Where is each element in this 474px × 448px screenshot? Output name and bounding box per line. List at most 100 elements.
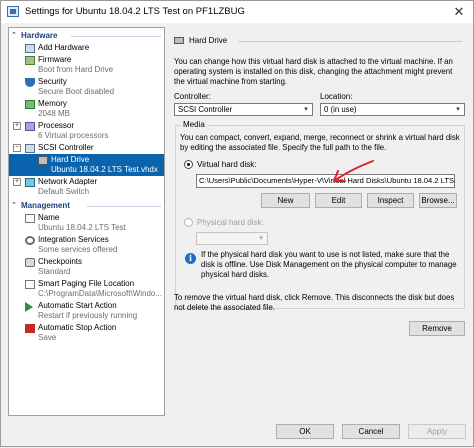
memory-icon [25,100,35,109]
tree-item-network-adapter[interactable]: + Network Adapter Default Switch [9,176,164,198]
ok-button[interactable]: OK [276,424,334,439]
media-group: Media You can compact, convert, expand, … [175,120,465,309]
integration-services-icon [25,236,35,245]
tree-item-label: Checkpoints [38,257,83,266]
hard-drive-panel: Hard Drive You can change how this virtu… [170,27,469,416]
panel-heading: Hard Drive [170,35,465,47]
expand-plus-icon[interactable]: + [13,178,21,186]
chevron-down-icon: ▾ [300,104,312,115]
tree-item-label: SCSI Controller [38,143,94,152]
tree-item-detail: Standard [38,267,71,276]
divider [238,41,462,42]
hard-drive-icon [174,37,184,44]
network-adapter-icon [25,178,35,187]
tree-item-label: Smart Paging File Location [38,279,135,288]
tree-item-label: Automatic Stop Action [38,323,117,332]
tree-item-automatic-stop[interactable]: Automatic Stop Action Save [9,322,164,344]
browse-button[interactable]: Browse... [419,193,457,208]
physical-disk-select[interactable]: ▾ [196,232,268,245]
close-icon[interactable]: ✕ [451,4,467,19]
checkpoints-icon [25,258,35,267]
settings-tree: ⌃ Hardware Add Hardware Firmware Boot fr… [8,27,165,416]
divider [71,36,161,37]
app-icon [7,6,19,17]
tree-item-label: Processor [38,121,75,130]
chevron-down-icon: ▾ [452,104,464,115]
location-label: Location: [320,92,353,101]
tree-item-smart-paging[interactable]: Smart Paging File Location C:\ProgramDat… [9,278,164,300]
vhd-path-input[interactable]: C:\Users\Public\Documents\Hyper-V\Virtua… [196,174,455,188]
tree-item-checkpoints[interactable]: Checkpoints Standard [9,256,164,278]
remove-button[interactable]: Remove [409,321,465,336]
scsi-controller-icon [25,144,35,153]
tree-item-label: Hard Drive [51,155,90,164]
management-section-heading[interactable]: ⌃ Management [9,200,164,212]
collapse-chevron-icon[interactable]: ⌃ [11,200,17,212]
edit-button[interactable]: Edit [315,193,362,208]
tree-item-integration-services[interactable]: Integration Services Some services offer… [9,234,164,256]
window-title: Settings for Ubuntu 18.04.2 LTS Test on … [25,6,245,17]
tree-item-label: Security [38,77,67,86]
tree-item-detail: Save [38,333,57,342]
tree-item-label: Memory [38,99,67,108]
tree-item-detail: C:\ProgramData\Microsoft\Windo... [38,289,163,298]
media-legend: Media [181,120,207,129]
management-heading-label: Management [21,201,70,210]
tree-item-memory[interactable]: Memory 2048 MB [9,98,164,120]
panel-title: Hard Drive [189,36,228,45]
controller-select[interactable]: SCSI Controller ▾ [174,103,313,116]
tree-item-detail: 6 Virtual processors [38,131,109,140]
media-description: You can compact, convert, expand, merge,… [180,133,460,152]
automatic-stop-icon [25,324,35,333]
hardware-section-heading[interactable]: ⌃ Hardware [9,30,164,42]
tree-item-label: Add Hardware [38,43,90,52]
physical-hard-disk-radio[interactable] [184,218,193,227]
hard-drive-icon [38,156,48,165]
title-bar: Settings for Ubuntu 18.04.2 LTS Test on … [1,1,473,23]
tree-item-label: Automatic Start Action [38,301,117,310]
smart-paging-icon [25,280,35,289]
tree-item-detail: Some services offered [38,245,118,254]
processor-icon [25,122,35,131]
location-value: 0 (in use) [324,105,357,114]
tree-item-hard-drive[interactable]: Hard Drive Ubuntu 18.04.2 LTS Test.vhdx [9,154,164,176]
tree-item-automatic-start[interactable]: Automatic Start Action Restart if previo… [9,300,164,322]
apply-button[interactable]: Apply [408,424,466,439]
automatic-start-icon [25,302,33,312]
shield-icon [25,78,35,87]
collapse-minus-icon[interactable]: − [13,144,21,152]
tree-item-detail: Secure Boot disabled [38,87,115,96]
new-button[interactable]: New [261,193,310,208]
tree-item-scsi-controller[interactable]: − SCSI Controller [9,142,164,154]
settings-window: Settings for Ubuntu 18.04.2 LTS Test on … [0,0,474,447]
tree-item-security[interactable]: Security Secure Boot disabled [9,76,164,98]
firmware-icon [25,56,35,65]
info-icon: i [185,253,196,264]
physical-disk-info: If the physical hard disk you want to us… [201,250,457,279]
virtual-hard-disk-radio[interactable] [184,160,193,169]
controller-label: Controller: [174,92,211,101]
tree-item-detail: Ubuntu 18.04.2 LTS Test.vhdx [51,165,158,174]
panel-description: You can change how this virtual hard dis… [174,57,453,86]
collapse-chevron-icon[interactable]: ⌃ [11,30,17,42]
tree-item-add-hardware[interactable]: Add Hardware [9,42,164,54]
tree-item-detail: Default Switch [38,187,90,196]
location-select[interactable]: 0 (in use) ▾ [320,103,465,116]
tree-item-label: Network Adapter [38,177,98,186]
virtual-hard-disk-label: Virtual hard disk: [197,160,257,169]
chevron-down-icon: ▾ [255,233,267,244]
cancel-button[interactable]: Cancel [342,424,400,439]
tree-item-detail: Ubuntu 18.04.2 LTS Test [38,223,126,232]
tree-item-name[interactable]: Name Ubuntu 18.04.2 LTS Test [9,212,164,234]
tree-item-detail: 2048 MB [38,109,71,118]
tree-item-label: Integration Services [38,235,109,244]
physical-hard-disk-label: Physical hard disk: [197,218,264,227]
expand-plus-icon[interactable]: + [13,122,21,130]
tree-item-firmware[interactable]: Firmware Boot from Hard Drive [9,54,164,76]
hardware-heading-label: Hardware [21,31,58,40]
tree-item-processor[interactable]: + Processor 6 Virtual processors [9,120,164,142]
tree-item-detail: Boot from Hard Drive [38,65,114,74]
divider [87,206,161,207]
inspect-button[interactable]: Inspect [367,193,414,208]
remove-description: To remove the virtual hard disk, click R… [174,293,455,312]
